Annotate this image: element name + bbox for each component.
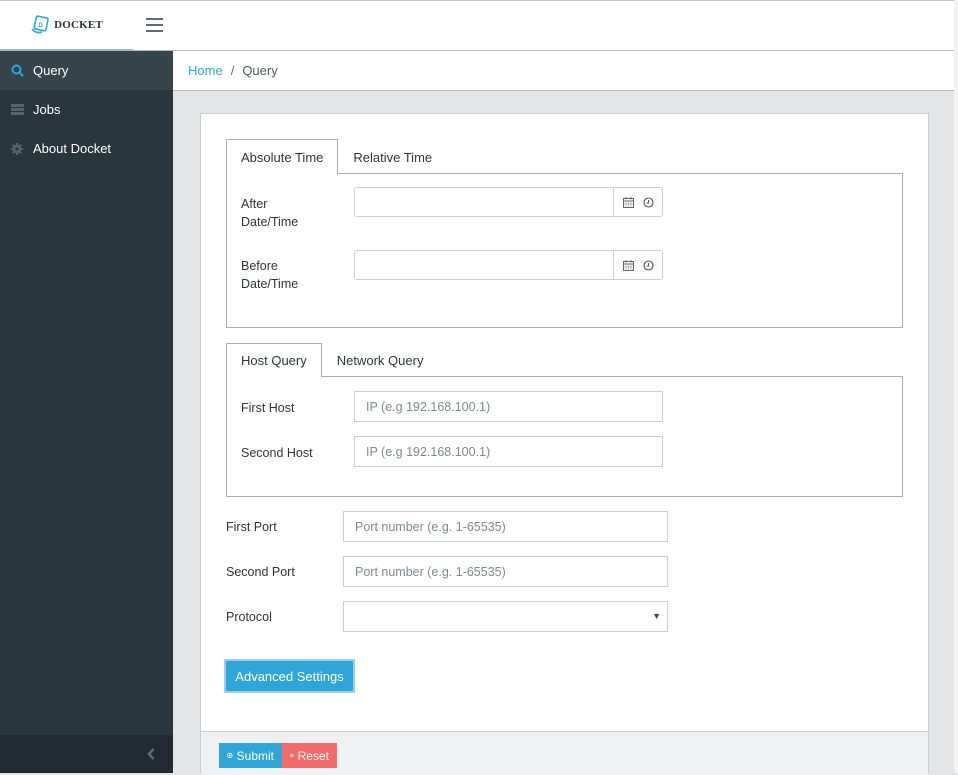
submit-button[interactable]: Submit	[219, 743, 282, 768]
brand[interactable]: D DOCKET	[0, 1, 133, 51]
after-datetime-picker	[354, 187, 663, 217]
calendar-icon[interactable]	[622, 196, 634, 208]
search-icon	[10, 64, 24, 78]
second-port-input[interactable]	[343, 556, 668, 587]
sidebar-item-label: Query	[33, 63, 69, 78]
breadcrumb-separator: /	[230, 63, 235, 78]
hamburger-icon[interactable]	[146, 18, 163, 32]
tab-network-query[interactable]: Network Query	[322, 343, 439, 376]
server-icon	[10, 103, 24, 117]
second-host-label: Second Host	[241, 446, 313, 460]
after-datetime-input[interactable]	[355, 188, 613, 216]
sidebar-item-label: Jobs	[33, 102, 61, 117]
clock-icon[interactable]	[642, 196, 654, 208]
top-navbar: D DOCKET	[0, 0, 958, 51]
dropdown-caret-icon: ▼	[652, 611, 661, 621]
tab-absolute-time[interactable]: Absolute Time	[226, 139, 339, 175]
breadcrumb-home[interactable]: Home	[188, 63, 223, 78]
after-datetime-label: After Date/Time	[241, 197, 299, 229]
reset-label: Reset	[297, 748, 329, 763]
first-port-input[interactable]	[343, 511, 668, 542]
reset-button[interactable]: Reset	[282, 743, 337, 768]
gear-icon	[10, 142, 24, 156]
chevron-left-icon	[147, 748, 155, 760]
sidebar-item-about[interactable]: About Docket	[0, 129, 173, 168]
second-port-label: Second Port	[226, 565, 295, 579]
protocol-label: Protocol	[226, 610, 272, 624]
sidebar-item-query[interactable]: Query	[0, 51, 173, 90]
sidebar-item-label: About Docket	[33, 141, 112, 156]
svg-text:D: D	[39, 23, 44, 29]
calendar-icon[interactable]	[622, 259, 634, 271]
advanced-settings-button[interactable]: Advanced Settings	[224, 659, 355, 693]
protocol-select[interactable]: ▼	[343, 601, 668, 632]
tab-host-query[interactable]: Host Query	[226, 343, 322, 377]
second-host-input[interactable]	[354, 436, 663, 467]
first-port-label: First Port	[226, 520, 277, 534]
brand-name: DOCKET	[54, 19, 103, 31]
docket-logo-icon: D	[31, 15, 49, 34]
before-datetime-picker	[354, 250, 663, 280]
page-scrollbar[interactable]	[954, 0, 958, 773]
dot-circle-icon	[227, 752, 233, 759]
sidebar-collapse-button[interactable]	[0, 735, 173, 773]
ban-icon	[290, 753, 294, 758]
before-datetime-label: Before Date/Time	[241, 259, 299, 291]
submit-label: Submit	[236, 748, 274, 763]
before-datetime-input[interactable]	[355, 251, 613, 279]
first-host-input[interactable]	[354, 391, 663, 422]
clock-icon[interactable]	[642, 259, 654, 271]
tab-relative-time[interactable]: Relative Time	[338, 139, 447, 174]
time-tabs: Absolute Time Relative Time	[226, 139, 447, 175]
sidebar-item-jobs[interactable]: Jobs	[0, 90, 173, 129]
breadcrumb: Home / Query	[173, 51, 954, 91]
sidebar: Query Jobs About Docket	[0, 51, 173, 773]
breadcrumb-current: Query	[242, 63, 278, 78]
first-host-label: First Host	[241, 401, 295, 415]
query-tabs: Host Query Network Query	[226, 343, 438, 377]
